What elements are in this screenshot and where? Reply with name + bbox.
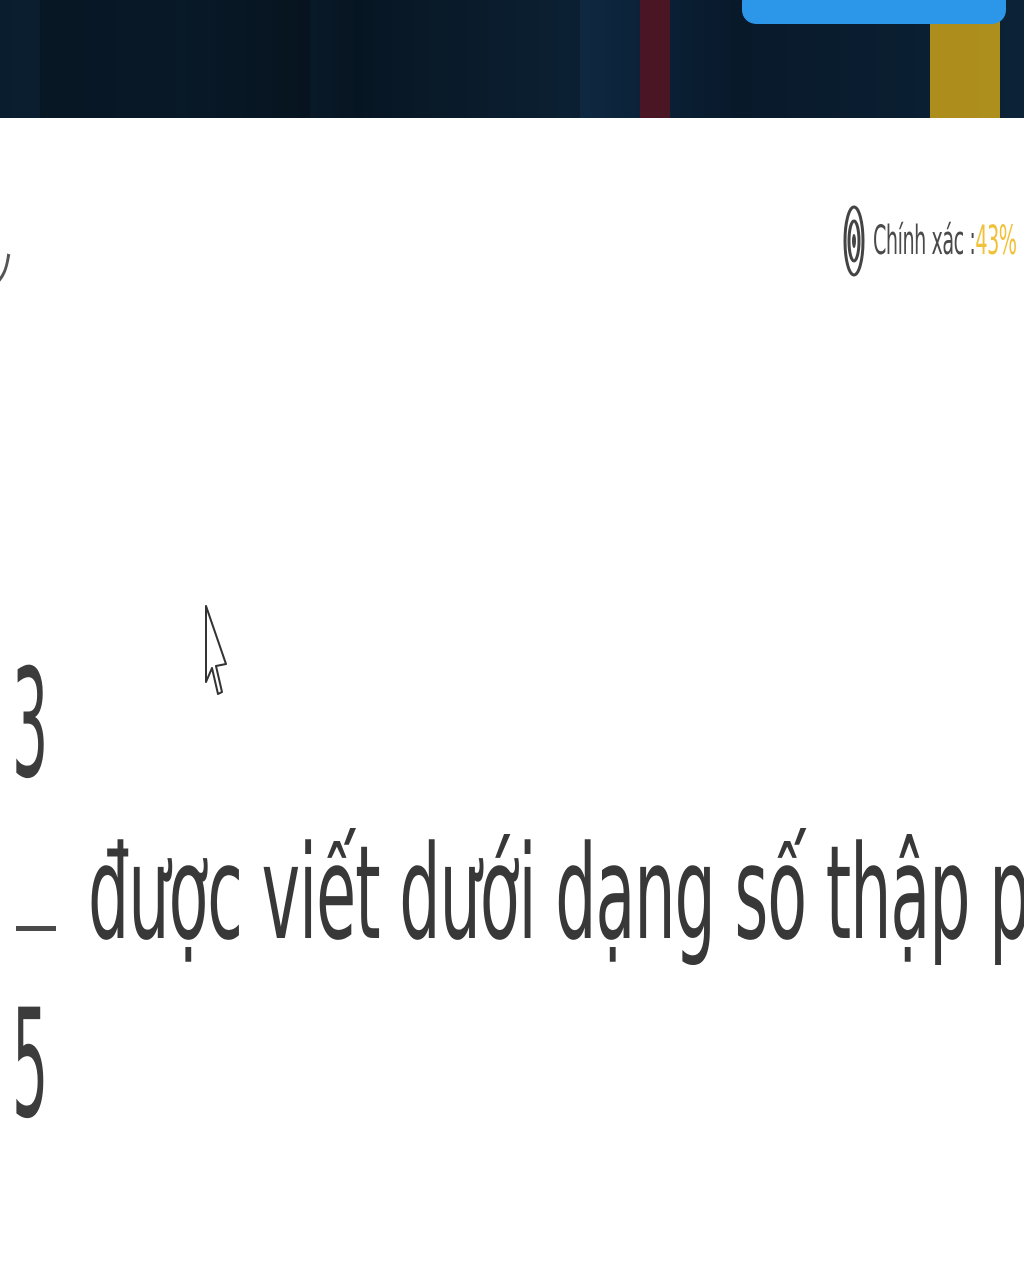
page: ﾉ Chính xác :43% 3 5 được viết dưới dạng… xyxy=(0,0,1024,1280)
fraction-bar xyxy=(16,926,56,931)
question: 3 5 được viết dưới dạng số thập phân là: xyxy=(12,650,1024,1170)
banner-action-button[interactable] xyxy=(742,0,1006,24)
fraction: 3 5 xyxy=(12,650,58,1160)
accuracy-label-text: Chính xác : xyxy=(872,218,976,264)
fraction-denominator: 5 xyxy=(12,978,49,1152)
banner-shape xyxy=(640,0,670,118)
left-edge-partial-glyph: ﾉ xyxy=(0,246,14,292)
accuracy-indicator: Chính xác :43% xyxy=(843,204,1017,278)
question-text: được viết dưới dạng số thập phân là: xyxy=(88,817,1024,969)
mouse-cursor-icon xyxy=(205,605,227,695)
fraction-numerator: 3 xyxy=(12,638,49,812)
banner-shape xyxy=(40,0,310,118)
accuracy-value: 43% xyxy=(975,218,1017,264)
top-banner xyxy=(0,0,1024,118)
target-icon xyxy=(843,205,865,277)
banner-shape xyxy=(380,0,580,118)
accuracy-label: Chính xác :43% xyxy=(873,218,1017,264)
